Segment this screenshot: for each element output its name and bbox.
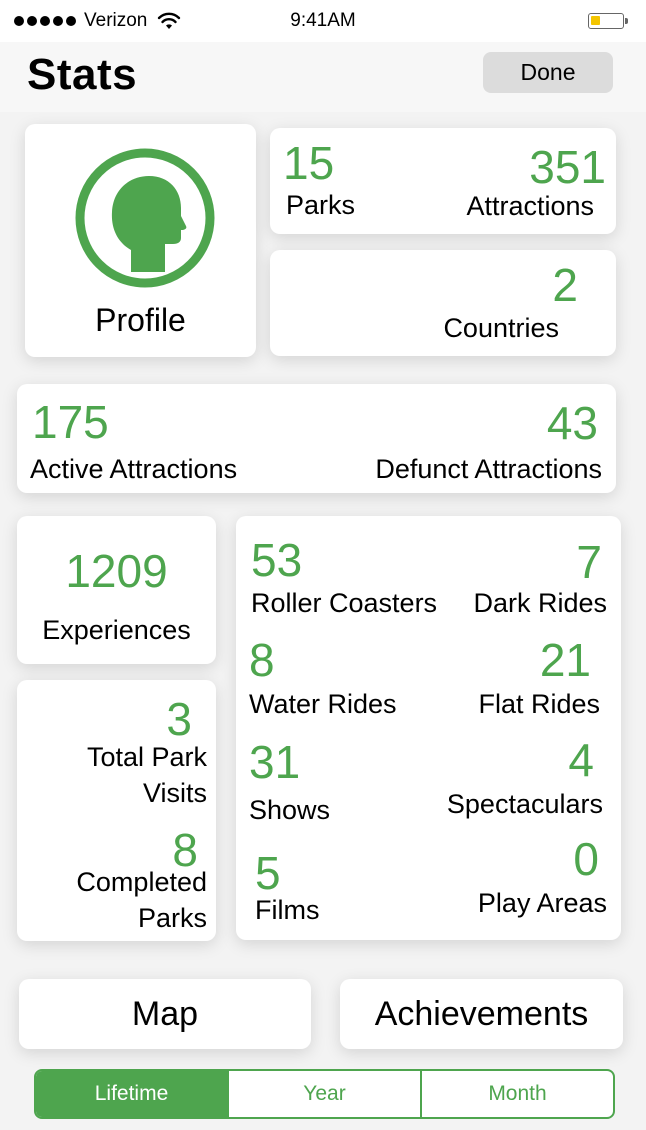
- experiences-card: 1209 Experiences: [17, 516, 216, 664]
- spectaculars-label: Spectaculars: [446, 789, 603, 819]
- visits-card: 3 Total Park Visits 8 Completed Parks: [17, 680, 216, 941]
- achievements-button[interactable]: Achievements: [340, 979, 623, 1049]
- water-rides-count: 8: [249, 634, 275, 686]
- battery-tip: [625, 18, 628, 24]
- active-attractions-label: Active Attractions: [30, 454, 238, 484]
- parks-count: 15: [283, 137, 335, 189]
- shows-label: Shows: [249, 795, 331, 825]
- period-selector: Lifetime Year Month: [34, 1069, 615, 1119]
- films-label: Films: [255, 895, 320, 925]
- roller-coasters-label: Roller Coasters: [251, 588, 438, 618]
- segment-month[interactable]: Month: [420, 1071, 613, 1117]
- defunct-attractions-label: Defunct Attractions: [375, 454, 602, 484]
- done-button[interactable]: Done: [483, 52, 613, 93]
- battery-icon: [588, 13, 624, 29]
- experiences-label: Experiences: [42, 615, 191, 645]
- stats-screen: Verizon 9:41AM Stats Done Profile 15 Par…: [0, 0, 646, 1130]
- active-defunct-card: 175 Active Attractions 43 Defunct Attrac…: [17, 384, 616, 493]
- countries-count: 2: [552, 259, 578, 311]
- flat-rides-label: Flat Rides: [478, 689, 600, 719]
- play-areas-count: 0: [573, 833, 599, 885]
- roller-coasters-count: 53: [251, 534, 303, 586]
- active-attractions-count: 175: [32, 396, 109, 448]
- total-park-visits-label-line1: Total Park: [86, 742, 207, 772]
- parks-label: Parks: [286, 190, 356, 220]
- status-time: 9:41AM: [290, 10, 356, 31]
- page-title: Stats: [27, 50, 138, 99]
- profile-card[interactable]: Profile: [25, 124, 256, 357]
- completed-parks-label-line2: Parks: [137, 903, 207, 933]
- spectaculars-count: 4: [568, 734, 594, 786]
- dark-rides-label: Dark Rides: [473, 588, 607, 618]
- countries-card: 2 Countries: [270, 250, 616, 356]
- status-bar: Verizon 9:41AM: [0, 0, 646, 42]
- shows-count: 31: [249, 736, 301, 788]
- parks-attractions-card: 15 Parks 351 Attractions: [270, 128, 616, 234]
- attractions-label: Attractions: [466, 191, 594, 221]
- achievements-button-label: Achievements: [374, 994, 589, 1033]
- profile-label: Profile: [95, 302, 186, 338]
- segment-lifetime[interactable]: Lifetime: [36, 1071, 227, 1117]
- attractions-count: 351: [529, 141, 606, 193]
- experiences-count: 1209: [65, 545, 168, 597]
- play-areas-label: Play Areas: [477, 888, 607, 918]
- profile-icon: [75, 148, 215, 288]
- defunct-attractions-count: 43: [546, 397, 598, 449]
- completed-parks-label-line1: Completed: [76, 867, 207, 897]
- segment-year[interactable]: Year: [227, 1071, 420, 1117]
- categories-card: 53 Roller Coasters 7 Dark Rides 8 Water …: [236, 516, 621, 940]
- countries-label: Countries: [443, 313, 559, 343]
- total-park-visits-count: 3: [166, 693, 192, 745]
- map-button-label: Map: [131, 994, 199, 1033]
- films-count: 5: [255, 847, 281, 899]
- flat-rides-count: 21: [539, 634, 591, 686]
- water-rides-label: Water Rides: [249, 689, 397, 719]
- map-button[interactable]: Map: [19, 979, 311, 1049]
- dark-rides-count: 7: [576, 536, 602, 588]
- total-park-visits-label-line2: Visits: [142, 778, 207, 808]
